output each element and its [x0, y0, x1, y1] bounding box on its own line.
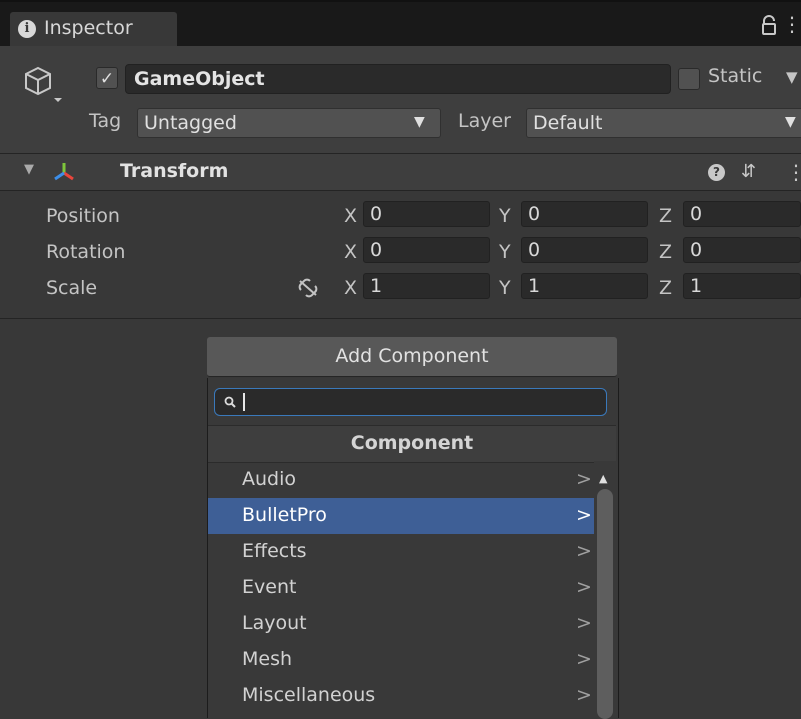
field-value: 0 — [528, 203, 541, 225]
list-item-mesh[interactable]: Mesh > — [208, 642, 594, 678]
kebab-menu-icon[interactable]: ⋮ — [786, 160, 801, 184]
chevron-right-icon: > — [576, 576, 592, 598]
field-value: 0 — [370, 203, 383, 225]
scale-y-field[interactable]: 1 — [521, 273, 648, 299]
category-title: Component — [350, 432, 474, 454]
tag-label: Tag — [89, 110, 122, 132]
rotation-z-field[interactable]: 0 — [683, 237, 801, 263]
field-value: 1 — [690, 275, 703, 297]
rotation-y-field[interactable]: 0 — [521, 237, 648, 263]
foldout-arrow-icon[interactable]: ▼ — [24, 162, 34, 177]
position-label: Position — [46, 205, 120, 227]
chevron-right-icon: > — [576, 504, 592, 526]
list-item-label: Layout — [242, 612, 307, 634]
object-name-field[interactable]: GameObject — [125, 64, 671, 94]
tag-dropdown[interactable]: Untagged ▼ — [137, 108, 441, 138]
tag-value: Untagged — [144, 112, 237, 134]
static-label: Static — [708, 65, 763, 87]
axis-z-label[interactable]: Z — [659, 241, 672, 263]
chevron-right-icon: > — [576, 684, 592, 706]
field-value: 0 — [370, 239, 383, 261]
chevron-right-icon: > — [576, 540, 592, 562]
list-item-layout[interactable]: Layout > — [208, 606, 594, 642]
axis-x-label[interactable]: X — [344, 277, 357, 299]
active-checkbox[interactable]: ✓ — [96, 67, 118, 89]
chevron-down-icon: ▼ — [785, 114, 796, 130]
list-item-event[interactable]: Event > — [208, 570, 594, 606]
gameobject-cube-icon[interactable] — [22, 64, 62, 108]
position-x-field[interactable]: 0 — [363, 201, 490, 227]
field-value: 1 — [370, 275, 383, 297]
search-icon — [224, 396, 236, 408]
list-item-effects[interactable]: Effects > — [208, 534, 594, 570]
position-z-field[interactable]: 0 — [683, 201, 801, 227]
component-category-header: Component — [208, 425, 616, 463]
list-item-audio[interactable]: Audio > — [208, 462, 594, 498]
field-value: 0 — [690, 203, 703, 225]
divider — [0, 190, 801, 191]
presets-icon[interactable]: ⇵ — [741, 161, 756, 182]
chevron-down-icon: ▼ — [414, 114, 425, 130]
transform-gizmo-icon — [54, 163, 74, 181]
help-icon[interactable]: ? — [708, 164, 725, 181]
axis-y-label[interactable]: Y — [499, 277, 511, 299]
list-item-label: BulletPro — [242, 504, 327, 526]
tab-inspector-label: Inspector — [44, 17, 133, 39]
scale-x-field[interactable]: 1 — [363, 273, 490, 299]
list-item-label: Mesh — [242, 648, 293, 670]
scroll-up-icon[interactable]: ▲ — [599, 472, 607, 485]
static-checkbox[interactable] — [678, 68, 700, 90]
chevron-right-icon: > — [576, 468, 592, 490]
axis-y-label[interactable]: Y — [499, 241, 511, 263]
field-value: 0 — [528, 239, 541, 261]
add-component-button[interactable]: Add Component — [207, 337, 617, 377]
object-name-value: GameObject — [134, 68, 265, 90]
layer-label: Layer — [458, 110, 511, 132]
position-y-field[interactable]: 0 — [521, 201, 648, 227]
info-icon: i — [18, 20, 36, 38]
transform-header[interactable]: ▼ Transform — [0, 154, 801, 190]
axis-y-label[interactable]: Y — [499, 205, 511, 227]
lock-icon[interactable] — [757, 14, 781, 38]
static-dropdown-arrow-icon[interactable]: ▼ — [786, 68, 798, 86]
chevron-right-icon: > — [576, 648, 592, 670]
layer-value: Default — [533, 112, 603, 134]
list-item-label: Audio — [242, 468, 297, 490]
field-value: 1 — [528, 275, 541, 297]
axis-z-label[interactable]: Z — [659, 277, 672, 299]
axis-z-label[interactable]: Z — [659, 205, 672, 227]
list-item-label: Event — [242, 576, 297, 598]
scale-z-field[interactable]: 1 — [683, 273, 801, 299]
scale-label: Scale — [46, 277, 98, 299]
tab-inspector[interactable]: i Inspector — [10, 12, 177, 46]
field-value: 0 — [690, 239, 703, 261]
layer-dropdown[interactable]: Default ▼ — [526, 108, 801, 138]
scrollbar-thumb[interactable] — [597, 489, 613, 719]
text-caret — [243, 393, 245, 411]
list-item-bulletpro[interactable]: BulletPro > — [208, 498, 594, 534]
component-search-input[interactable] — [214, 388, 607, 416]
rotation-label: Rotation — [46, 241, 126, 263]
list-item-miscellaneous[interactable]: Miscellaneous > — [208, 678, 594, 708]
kebab-menu-icon[interactable]: ⋮ — [782, 12, 801, 36]
list-item-label: Miscellaneous — [242, 684, 376, 706]
rotation-x-field[interactable]: 0 — [363, 237, 490, 263]
axis-x-label[interactable]: X — [344, 241, 357, 263]
add-component-label: Add Component — [335, 345, 489, 367]
list-item-label: Effects — [242, 540, 307, 562]
component-title: Transform — [120, 160, 229, 182]
axis-x-label[interactable]: X — [344, 205, 357, 227]
link-icon[interactable] — [297, 278, 319, 303]
divider — [0, 318, 801, 319]
chevron-right-icon: > — [576, 612, 592, 634]
